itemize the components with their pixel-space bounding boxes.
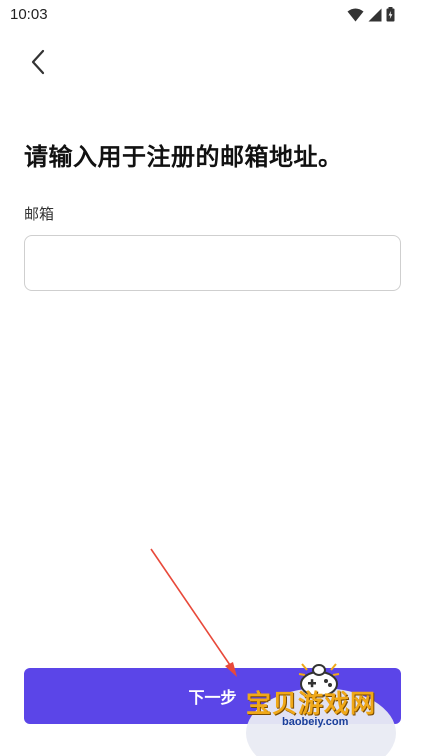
chevron-left-icon [30,49,46,79]
status-icons [347,7,395,22]
battery-icon [386,7,395,22]
back-button[interactable] [22,48,54,80]
email-label: 邮箱 [24,205,55,223]
status-time: 10:03 [10,6,48,23]
next-button[interactable]: 下一步 [24,668,401,724]
page-title: 请输入用于注册的邮箱地址。 [24,143,343,171]
signal-icon [368,8,382,22]
status-bar: 10:03 [0,0,425,30]
register-email-screen: 10:03 请输入用于注册的邮箱地址。 邮箱 下一步 宝贝游戏网 baobeiy… [0,0,425,756]
email-input[interactable] [24,235,401,291]
annotation-arrow [150,548,237,677]
wifi-icon [347,8,364,22]
